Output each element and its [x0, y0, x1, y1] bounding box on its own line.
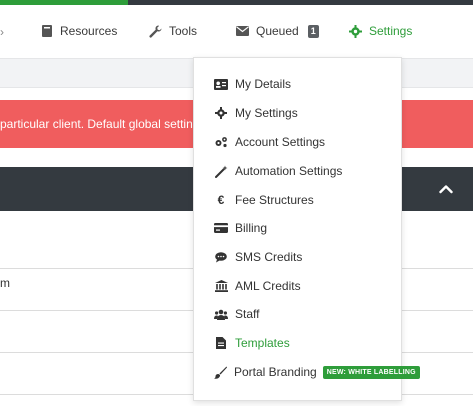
credit-card-icon	[214, 221, 228, 235]
id-card-icon	[214, 77, 228, 91]
menu-item-label: Automation Settings	[235, 164, 343, 178]
menu-item-label: Account Settings	[235, 135, 326, 149]
queued-count-badge: 1	[307, 24, 319, 38]
menu-item-portal-branding[interactable]: Portal Branding NEW: WHITE LABELLING	[194, 361, 420, 383]
gear-icon	[214, 106, 228, 120]
menu-item-billing[interactable]: Billing	[194, 217, 401, 239]
nav-queued[interactable]: Queued 1	[236, 5, 319, 57]
paint-brush-icon	[214, 365, 227, 379]
gears-icon	[214, 135, 228, 149]
menu-item-label: Portal Branding	[234, 365, 317, 379]
nav-resources[interactable]: Resources	[40, 5, 117, 57]
new-feature-badge: NEW: WHITE LABELLING	[322, 365, 420, 379]
menu-item-my-details[interactable]: My Details	[194, 73, 401, 95]
nav-settings-label: Settings	[369, 24, 413, 38]
magic-wand-icon	[214, 164, 228, 178]
menu-item-label: Templates	[235, 336, 290, 350]
alert-text: particular client. Default global settin…	[0, 117, 206, 131]
gear-icon	[349, 24, 362, 38]
menu-item-fee-structures[interactable]: € Fee Structures	[194, 189, 401, 211]
menu-item-my-settings[interactable]: My Settings	[194, 102, 401, 124]
envelope-icon	[236, 25, 249, 38]
nav-resources-label: Resources	[60, 24, 118, 38]
settings-dropdown-menu: My Details My Settings Account Settings …	[193, 57, 420, 401]
menu-item-account-settings[interactable]: Account Settings	[194, 131, 401, 153]
bank-icon	[214, 279, 228, 293]
table-cell: m	[0, 276, 10, 290]
menu-item-label: Fee Structures	[235, 193, 314, 207]
nav-tools[interactable]: Tools	[149, 5, 197, 57]
chevron-up-icon	[439, 185, 453, 194]
users-icon	[214, 307, 228, 321]
menu-item-aml-credits[interactable]: AML Credits	[194, 275, 401, 297]
menu-item-label: My Settings	[235, 106, 298, 120]
book-icon	[40, 25, 53, 38]
menu-item-label: Staff	[235, 307, 260, 321]
menu-item-label: My Details	[235, 77, 292, 91]
wrench-icon	[149, 24, 162, 38]
menu-item-label: AML Credits	[235, 279, 301, 293]
nav-settings[interactable]: Settings	[349, 5, 412, 57]
euro-icon: €	[217, 193, 225, 207]
menu-item-templates[interactable]: Templates	[194, 332, 401, 354]
nav-fragment: ›	[0, 25, 4, 39]
collapse-panel-button[interactable]	[436, 179, 456, 199]
menu-item-staff[interactable]: Staff	[194, 303, 401, 325]
nav-tools-label: Tools	[169, 24, 198, 38]
file-icon	[214, 336, 228, 350]
speech-bubble-icon	[214, 250, 228, 264]
top-navbar: › Resources Tools Queued 1 Settings	[0, 5, 473, 57]
menu-item-label: SMS Credits	[235, 250, 303, 264]
menu-item-label: Billing	[235, 221, 268, 235]
menu-item-automation-settings[interactable]: Automation Settings	[194, 160, 401, 182]
menu-item-sms-credits[interactable]: SMS Credits	[194, 246, 401, 268]
nav-queued-label: Queued	[256, 24, 299, 38]
